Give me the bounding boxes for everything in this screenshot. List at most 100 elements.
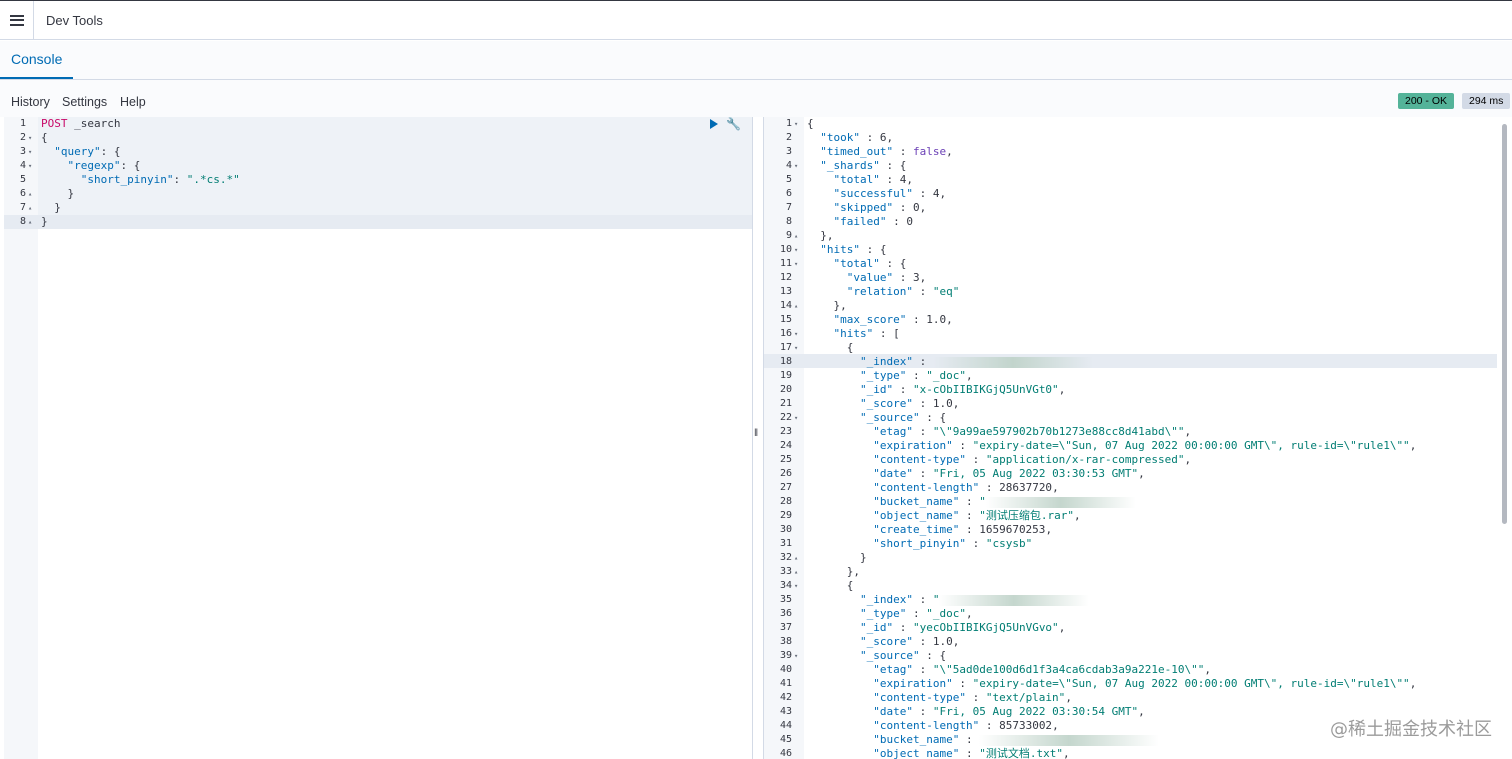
token-plain: : [912,355,933,368]
line-number: 21 [779,398,792,409]
tab-console[interactable]: Console [0,41,74,79]
resize-handle-icon[interactable]: ‖ [754,428,758,439]
line-number: 37 [779,622,792,633]
token-plain: : [173,173,187,186]
token-plain: : [893,383,913,396]
code-line: 19 "_type" : "_doc", [764,369,1512,383]
code-line: 5 "total" : 4, [764,173,1512,187]
fold-toggle-icon[interactable]: ▴ [28,215,36,229]
fold-toggle-icon[interactable]: ▾ [794,411,802,425]
response-viewer[interactable]: 1 ▾{2 "took" : 6, 3 "timed_out" : false, 4 ▾… [764,117,1512,759]
code-text: "took" : 6, [807,131,893,145]
token-plain: , [946,145,953,158]
line-number: 7 [19,202,26,213]
code-text: "bucket_name" : " [807,495,1136,509]
line-number: 22 [779,412,792,423]
code-line: 4 ▾ "regexp": { [4,159,752,173]
fold-toggle-icon[interactable]: ▾ [794,159,802,173]
token-str: "Fri, 05 Aug 2022 03:30:53 GMT" [932,467,1139,480]
fold-toggle-icon[interactable]: ▴ [794,565,802,579]
fold-toggle-icon[interactable]: ▴ [794,299,802,313]
redacted-value [979,734,1160,746]
code-text: "timed_out" : false, [807,145,953,159]
fold-toggle-icon[interactable]: ▾ [794,649,802,663]
fold-toggle-icon[interactable]: ▾ [794,579,802,593]
fold-toggle-icon[interactable]: ▾ [794,341,802,355]
code-line: 28 "bucket_name" : " [764,495,1512,509]
fold-toggle-icon[interactable]: ▾ [794,327,802,341]
code-text: { [807,341,854,355]
play-icon[interactable] [710,119,718,129]
wrench-icon[interactable]: 🔧 [726,117,741,131]
fold-toggle-icon[interactable]: ▾ [28,145,36,159]
code-text: } [41,215,48,229]
token-plain: { [807,341,854,354]
code-line: 8 ▴} [4,215,752,229]
token-plain: : [912,187,933,200]
settings-link[interactable]: Settings [62,95,107,109]
response-scrollbar[interactable] [1502,124,1507,524]
fold-toggle-icon[interactable]: ▴ [28,201,36,215]
token-str: "Fri, 05 Aug 2022 03:30:54 GMT" [932,705,1139,718]
token-plain: , [946,313,953,326]
token-str: "eq" [932,285,960,298]
token-plain: { [807,579,854,592]
token-key: "short_pinyin" [873,537,966,550]
fold-toggle-icon[interactable]: ▴ [794,229,802,243]
menu-button[interactable] [0,1,34,39]
code-line: 38 "_score" : 1.0, [764,635,1512,649]
line-number: 35 [779,594,792,605]
help-link[interactable]: Help [120,95,146,109]
fold-toggle-icon[interactable]: ▾ [28,159,36,173]
line-number: 26 [779,468,792,479]
token-plain: : [912,635,933,648]
token-key: "content-type" [873,453,966,466]
line-number: 18 [779,356,792,367]
code-line: 23 "etag" : "\"9a99ae597902b70b1273e88cc… [764,425,1512,439]
token-plain: : { [919,411,947,424]
fold-toggle-icon[interactable]: ▾ [794,243,802,257]
fold-toggle-icon[interactable]: ▴ [28,187,36,201]
watermark: @稀土掘金技术社区 [1330,719,1492,740]
token-plain: }, [807,565,860,578]
line-number: 3 [19,146,26,157]
token-plain: : [912,285,933,298]
code-line: 26 "date" : "Fri, 05 Aug 2022 03:30:53 G… [764,467,1512,481]
code-text: "date" : "Fri, 05 Aug 2022 03:30:53 GMT"… [807,467,1145,481]
token-plain: , [1058,621,1066,634]
token-key: "_type" [859,369,907,382]
code-line: 5 "short_pinyin": ".*cs.*" [4,173,752,187]
token-plain: : [912,397,933,410]
line-number: 42 [779,692,792,703]
code-line: 13 "relation" : "eq" [764,285,1512,299]
code-line: 41 "expiration" : "expiry-date=\"Sun, 07… [764,677,1512,691]
fold-toggle-icon[interactable]: ▾ [794,117,802,131]
fold-toggle-icon[interactable]: ▴ [794,551,802,565]
token-plain: : [893,621,913,634]
fold-toggle-icon[interactable]: ▾ [794,257,802,271]
token-num: 0 [906,215,913,228]
line-number: 8 [19,216,26,227]
code-text: "_type" : "_doc", [807,607,973,621]
code-line: 9 ▴ }, [764,229,1512,243]
fold-toggle-icon[interactable]: ▾ [28,131,36,145]
code-line: 7 "skipped" : 0, [764,201,1512,215]
token-key: "_source" [859,649,920,662]
code-line: 46 "object_name" : "测试文档.txt", [764,747,1512,759]
history-link[interactable]: History [11,95,50,109]
request-editor[interactable]: 1 POST _search 2 ▾{3 ▾ "query": {4 ▾ "regexp"… [4,117,752,759]
code-text: "bucket_name" : [807,733,1160,747]
code-text: "failed" : 0 [807,215,913,229]
token-str: "expiry-date=\"Sun, 07 Aug 2022 00:00:00… [972,439,1410,452]
